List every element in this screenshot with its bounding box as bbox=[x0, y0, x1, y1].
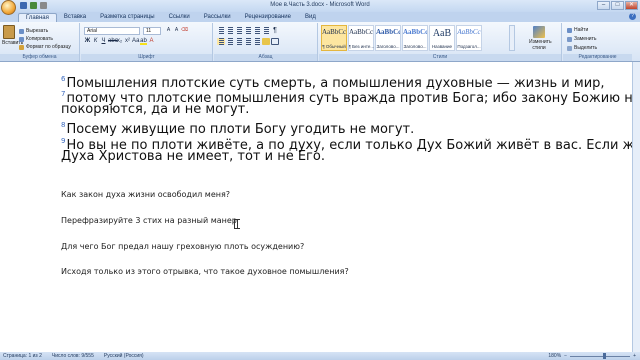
page-count[interactable]: Страница: 1 из 2 bbox=[3, 353, 42, 359]
question-4: Исходя только из этого отрывка, что тако… bbox=[61, 267, 349, 276]
style-normal[interactable]: AaBbCcDc ¶ Обычный bbox=[321, 25, 347, 51]
help-icon[interactable]: ? bbox=[629, 13, 636, 20]
language-indicator[interactable]: Русский (Россия) bbox=[104, 353, 144, 359]
minimize-button[interactable]: – bbox=[597, 1, 610, 10]
tab-page-layout[interactable]: Разметка страницы bbox=[93, 13, 161, 22]
select-icon bbox=[567, 46, 572, 51]
shading-icon[interactable] bbox=[262, 38, 270, 45]
shrink-font-icon[interactable]: A bbox=[173, 27, 180, 34]
show-marks-icon[interactable]: ¶ bbox=[271, 27, 279, 34]
question-2: Перефразируйте 3 стих на разный манер bbox=[61, 216, 237, 225]
styles-scroll[interactable] bbox=[509, 25, 515, 51]
editing-group: Найти Заменить Выделить Редактирование bbox=[563, 23, 632, 61]
tab-home[interactable]: Главная bbox=[18, 13, 57, 22]
style-heading-2[interactable]: AaBbCc Заголово... bbox=[402, 25, 428, 51]
justify-icon[interactable] bbox=[244, 38, 252, 45]
title-bar: Мое в.Часть 3.docx - Microsoft Word – □ … bbox=[0, 0, 640, 15]
copy-button[interactable]: Копировать bbox=[19, 35, 71, 43]
copy-icon bbox=[19, 36, 24, 42]
numbering-icon[interactable] bbox=[226, 27, 234, 34]
editing-group-label: Редактирование bbox=[563, 54, 632, 61]
clipboard-group-label: Буфер обмена bbox=[0, 54, 79, 61]
align-center-icon[interactable] bbox=[226, 38, 234, 45]
tab-view[interactable]: Вид bbox=[298, 13, 323, 22]
ribbon: Вставить Вырезать Копировать Формат по о… bbox=[0, 22, 640, 62]
sort-icon[interactable] bbox=[262, 27, 270, 34]
brush-icon bbox=[19, 44, 24, 50]
window-controls: – □ ✕ bbox=[597, 1, 638, 10]
align-right-icon[interactable] bbox=[235, 38, 243, 45]
scissors-icon bbox=[19, 28, 24, 34]
highlight-icon[interactable]: ab bbox=[140, 38, 147, 45]
verse-line: покоряются, да и не могут. bbox=[61, 102, 250, 117]
word-count[interactable]: Число слов: 9/555 bbox=[52, 353, 94, 359]
replace-button[interactable]: Заменить bbox=[567, 35, 597, 44]
select-button[interactable]: Выделить bbox=[567, 44, 597, 53]
bold-button[interactable]: Ж bbox=[84, 38, 91, 45]
vertical-scrollbar[interactable] bbox=[632, 62, 640, 352]
borders-icon[interactable] bbox=[271, 38, 279, 45]
font-name-select[interactable]: Arial bbox=[84, 27, 140, 35]
italic-button[interactable]: К bbox=[92, 38, 99, 45]
tab-review[interactable]: Рецензирование bbox=[238, 13, 298, 22]
styles-group: AaBbCcDc ¶ Обычный AaBbCcDc ¶ Без инте..… bbox=[319, 23, 562, 61]
zoom-in-icon[interactable]: + bbox=[633, 353, 636, 359]
paragraph-group-label: Абзац bbox=[214, 54, 317, 61]
align-left-icon[interactable] bbox=[217, 38, 225, 45]
tab-insert[interactable]: Вставка bbox=[57, 13, 93, 22]
change-case-button[interactable]: Аа bbox=[132, 38, 139, 45]
font-color-icon[interactable]: A bbox=[148, 38, 155, 45]
clear-format-icon[interactable]: ⌫ bbox=[181, 27, 188, 34]
paste-button[interactable]: Вставить bbox=[2, 25, 23, 49]
change-styles-button[interactable]: Изменить стили bbox=[529, 25, 552, 53]
find-button[interactable]: Найти bbox=[567, 26, 597, 35]
font-group-label: Шрифт bbox=[81, 54, 212, 61]
verse-line: Духа Христова не имеет, тот и не Его. bbox=[61, 149, 325, 164]
grow-font-icon[interactable]: A bbox=[165, 27, 172, 34]
clipboard-icon bbox=[3, 25, 15, 39]
style-subtitle[interactable]: AaBbCc Подзагол... bbox=[456, 25, 482, 51]
paragraph-group: ¶ Абзац bbox=[214, 23, 318, 61]
zoom-control: 180% − + bbox=[548, 352, 636, 360]
multilevel-list-icon[interactable] bbox=[235, 27, 243, 34]
underline-button[interactable]: Ч bbox=[100, 38, 107, 45]
zoom-slider[interactable] bbox=[570, 352, 631, 359]
close-button[interactable]: ✕ bbox=[625, 1, 638, 10]
text-cursor-icon bbox=[234, 219, 240, 229]
tab-references[interactable]: Ссылки bbox=[162, 13, 197, 22]
increase-indent-icon[interactable] bbox=[253, 27, 261, 34]
style-no-spacing[interactable]: AaBbCcDc ¶ Без инте... bbox=[348, 25, 374, 51]
document-area[interactable]: 6Помышления плотские суть смерть, а помы… bbox=[0, 62, 640, 352]
zoom-slider-thumb[interactable] bbox=[603, 352, 607, 359]
change-styles-icon bbox=[533, 26, 545, 38]
subscript-button[interactable]: x₂ bbox=[116, 38, 123, 45]
maximize-button[interactable]: □ bbox=[611, 1, 624, 10]
format-painter-button[interactable]: Формат по образцу bbox=[19, 43, 71, 51]
tab-mailings[interactable]: Рассылки bbox=[197, 13, 238, 22]
font-size-select[interactable]: 11 bbox=[143, 27, 161, 35]
ribbon-tabs: Главная Вставка Разметка страницы Ссылки… bbox=[0, 12, 640, 22]
replace-icon bbox=[567, 37, 572, 42]
window-title: Мое в.Часть 3.docx - Microsoft Word bbox=[270, 2, 370, 8]
clipboard-group: Вставить Вырезать Копировать Формат по о… bbox=[0, 23, 80, 61]
strikethrough-button[interactable]: abc bbox=[108, 38, 118, 45]
zoom-out-icon[interactable]: − bbox=[564, 353, 567, 359]
line-spacing-icon[interactable] bbox=[253, 38, 261, 45]
cut-button[interactable]: Вырезать bbox=[19, 27, 71, 35]
zoom-level[interactable]: 180% bbox=[548, 353, 561, 359]
superscript-button[interactable]: x² bbox=[124, 38, 131, 45]
font-group: Arial 11 A A ⌫ Ж К Ч abc x₂ x² Аа ab A Ш… bbox=[81, 23, 213, 61]
decrease-indent-icon[interactable] bbox=[244, 27, 252, 34]
bullets-icon[interactable] bbox=[217, 27, 225, 34]
question-3: Для чего Бог предал нашу греховную плоть… bbox=[61, 242, 305, 251]
styles-gallery: AaBbCcDc ¶ Обычный AaBbCcDc ¶ Без инте..… bbox=[321, 25, 482, 51]
question-1: Как закон духа жизни освободил меня? bbox=[61, 190, 231, 199]
style-heading-1[interactable]: AaBbCc Заголово... bbox=[375, 25, 401, 51]
style-title[interactable]: AaB Название bbox=[429, 25, 455, 51]
binoculars-icon bbox=[567, 28, 572, 33]
office-button[interactable] bbox=[1, 0, 16, 15]
status-bar: Страница: 1 из 2 Число слов: 9/555 Русск… bbox=[0, 352, 640, 360]
styles-group-label: Стили bbox=[319, 54, 561, 61]
